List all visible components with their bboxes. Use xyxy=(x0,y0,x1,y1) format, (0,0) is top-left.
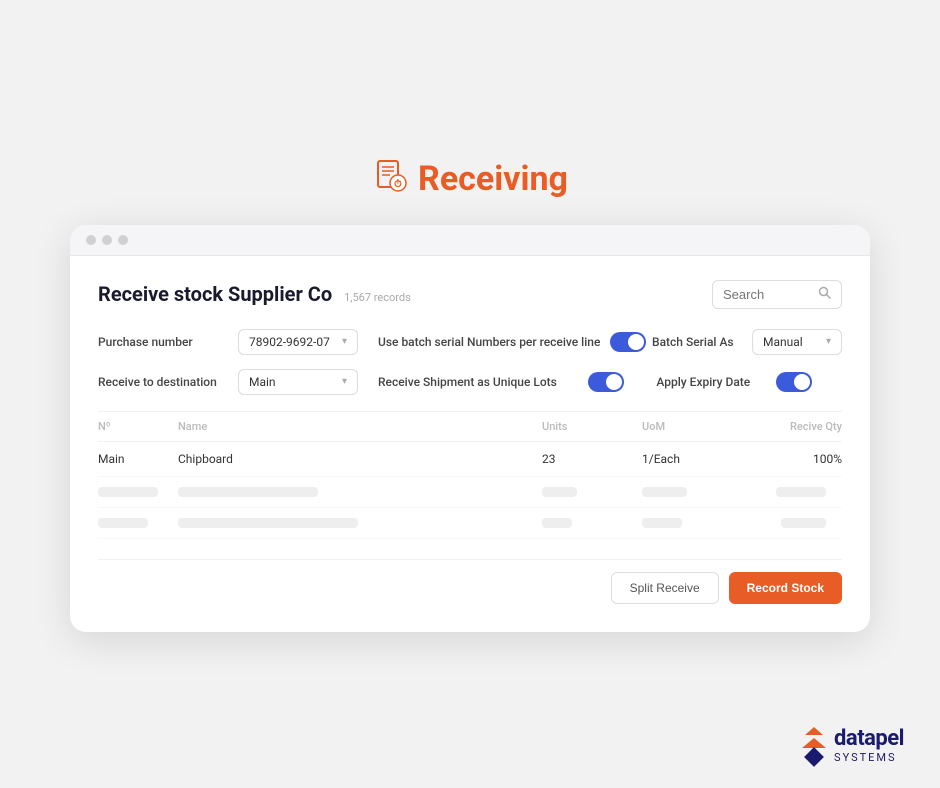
svg-text:⏱: ⏱ xyxy=(394,178,402,190)
page-title: Receiving xyxy=(418,159,568,199)
records-count: 1,567 records xyxy=(344,291,411,304)
receive-destination-label: Receive to destination xyxy=(98,375,228,389)
datapel-systems: SYSTEMS xyxy=(834,752,904,764)
datapel-chevrons-icon xyxy=(802,727,826,764)
skel2-4 xyxy=(642,518,742,528)
col-name: Name xyxy=(178,420,542,433)
split-receive-button[interactable]: Split Receive xyxy=(611,572,719,604)
datapel-text: datapel SYSTEMS xyxy=(834,727,904,763)
receive-destination-arrow: ▾ xyxy=(342,376,347,387)
expiry-date-toggle[interactable] xyxy=(776,372,812,392)
datapel-logo: datapel SYSTEMS xyxy=(802,727,904,764)
batch-serial-as-group: Batch Serial As Manual ▾ xyxy=(652,329,842,355)
purchase-number-label: Purchase number xyxy=(98,335,228,349)
receive-destination-value: Main xyxy=(249,375,276,389)
browser-card: Receive stock Supplier Co 1,567 records xyxy=(70,225,870,632)
purchase-number-value: 78902-9692-07 xyxy=(249,335,330,349)
row1-units: 23 xyxy=(542,452,642,466)
purchase-number-arrow: ▾ xyxy=(342,336,347,347)
skel2-3 xyxy=(542,518,642,528)
shipment-lots-label: Receive Shipment as Unique Lots xyxy=(378,375,578,389)
browser-toolbar xyxy=(70,225,870,256)
skel1-2 xyxy=(178,487,542,497)
footer-row: Split Receive Record Stock xyxy=(98,559,842,604)
purchase-number-group: Purchase number 78902-9692-07 ▾ xyxy=(98,329,358,355)
batch-serial-toggle[interactable] xyxy=(610,332,646,352)
skel1-4 xyxy=(642,487,742,497)
shipment-lots-toggle[interactable] xyxy=(588,372,624,392)
col-units: Units xyxy=(542,420,642,433)
header-left: Receive stock Supplier Co 1,567 records xyxy=(98,282,411,306)
datapel-name: datapel xyxy=(834,727,904,751)
col-uom: UoM xyxy=(642,420,742,433)
receive-destination-select[interactable]: Main ▾ xyxy=(238,369,358,395)
skel1-3 xyxy=(542,487,642,497)
skel1-1 xyxy=(98,487,178,497)
table-row: Main Chipboard 23 1/Each 100% xyxy=(98,442,842,477)
col-number: Nº xyxy=(98,420,178,433)
batch-serial-as-label: Batch Serial As xyxy=(652,335,742,349)
skeleton-row-1 xyxy=(98,477,842,508)
expiry-date-label: Apply Expiry Date xyxy=(656,375,766,389)
record-stock-button[interactable]: Record Stock xyxy=(729,572,842,604)
row1-uom: 1/Each xyxy=(642,452,742,466)
search-input[interactable] xyxy=(723,287,812,302)
skeleton-row-2 xyxy=(98,508,842,539)
search-icon xyxy=(818,286,831,303)
shipment-lots-group: Receive Shipment as Unique Lots xyxy=(358,372,656,392)
row1-name: Chipboard xyxy=(178,452,542,466)
skel1-5 xyxy=(742,487,842,497)
skel2-1 xyxy=(98,518,178,528)
row1-qty: 100% xyxy=(742,452,842,466)
purchase-number-select[interactable]: 78902-9692-07 ▾ xyxy=(238,329,358,355)
batch-serial-group: Use batch serial Numbers per receive lin… xyxy=(358,332,652,352)
batch-serial-as-arrow: ▾ xyxy=(826,336,831,347)
table-container: Nº Name Units UoM Recive Qty Main Chipbo… xyxy=(98,411,842,539)
browser-dot-2 xyxy=(102,235,112,245)
skel2-5 xyxy=(742,518,842,528)
form-row-1: Purchase number 78902-9692-07 ▾ Use batc… xyxy=(98,329,842,355)
search-box[interactable] xyxy=(712,280,842,309)
stock-title: Receive stock Supplier Co xyxy=(98,282,332,306)
diamond-icon xyxy=(804,747,824,767)
row1-number: Main xyxy=(98,452,178,466)
col-qty: Recive Qty xyxy=(742,420,842,433)
receiving-icon: ⏱ xyxy=(372,157,408,201)
expiry-date-group: Apply Expiry Date xyxy=(656,372,842,392)
batch-serial-as-select[interactable]: Manual ▾ xyxy=(752,329,842,355)
batch-serial-as-value: Manual xyxy=(763,335,803,349)
header-row: Receive stock Supplier Co 1,567 records xyxy=(98,280,842,309)
form-row-2: Receive to destination Main ▾ Receive Sh… xyxy=(98,369,842,395)
browser-dot-3 xyxy=(118,235,128,245)
chevron-upper xyxy=(805,727,823,735)
table-header: Nº Name Units UoM Recive Qty xyxy=(98,412,842,442)
receive-destination-group: Receive to destination Main ▾ xyxy=(98,369,358,395)
skel2-2 xyxy=(178,518,542,528)
page-title-area: ⏱ Receiving xyxy=(372,157,568,201)
browser-dot-1 xyxy=(86,235,96,245)
browser-content: Receive stock Supplier Co 1,567 records xyxy=(70,256,870,632)
batch-serial-label: Use batch serial Numbers per receive lin… xyxy=(378,335,600,349)
page-wrapper: ⏱ Receiving Receive stock Supplier Co 1,… xyxy=(0,0,940,788)
